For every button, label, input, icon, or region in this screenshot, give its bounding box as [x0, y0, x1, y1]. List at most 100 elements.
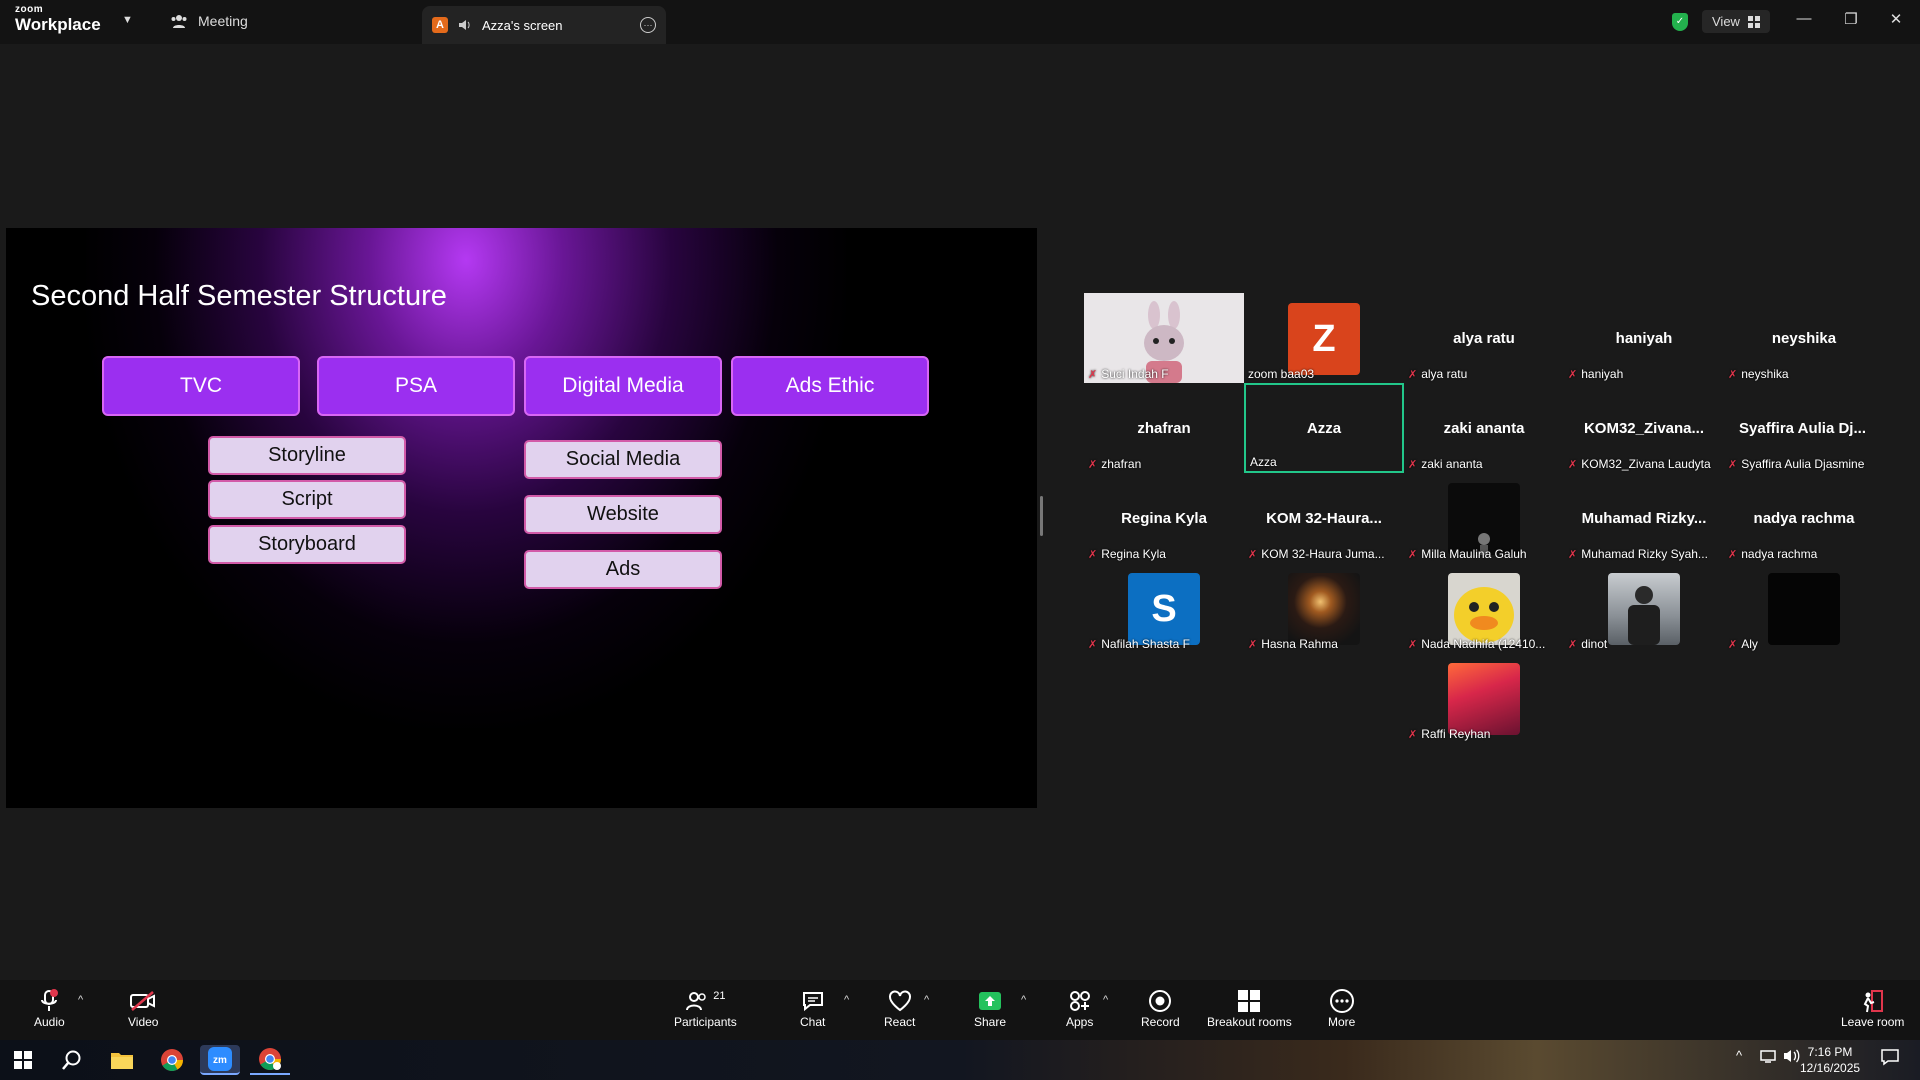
muted-mic-icon: ✗ — [1408, 638, 1418, 651]
more-label: More — [1328, 1015, 1356, 1029]
record-button[interactable]: Record — [1141, 988, 1180, 1029]
item-box-script: Script — [208, 480, 406, 519]
encryption-shield-icon[interactable]: ✓ — [1672, 12, 1688, 31]
file-explorer-icon[interactable] — [102, 1045, 142, 1075]
chevron-down-icon[interactable]: ▼ — [122, 14, 133, 26]
zoom-workplace-logo[interactable]: zoom Workplace — [15, 5, 101, 34]
participant-name: Azza — [1306, 420, 1342, 437]
participant-tile[interactable]: Regina Kyla ✗ Regina Kyla — [1084, 473, 1244, 563]
minimize-icon[interactable]: — — [1794, 10, 1814, 27]
participant-tile[interactable]: haniyah ✗ haniyah — [1564, 293, 1724, 383]
shared-screen-slide: Second Half Semester Structure TVC PSA D… — [6, 228, 1037, 808]
participant-avatar: Z — [1288, 303, 1360, 375]
participant-tile[interactable]: zaki ananta ✗ zaki ananta — [1404, 383, 1564, 473]
zoom-taskbar-icon[interactable]: zm — [200, 1045, 240, 1075]
participant-label: ✗ dinot — [1568, 637, 1608, 651]
participants-count: 21 — [713, 990, 726, 1002]
participant-tile[interactable]: Z zoom baa03 — [1244, 293, 1404, 383]
participant-name: zhafran — [1137, 420, 1191, 437]
participant-tile[interactable]: ✗ Hasna Rahma — [1244, 563, 1404, 653]
participant-tile[interactable]: neyshika ✗ neyshika — [1724, 293, 1884, 383]
participant-label: ✗ KOM32_Zivana Laudyta — [1568, 457, 1711, 471]
participant-tile[interactable]: Muhamad Rizky... ✗ Muhamad Rizky Syah... — [1564, 473, 1724, 563]
share-options-caret-icon[interactable]: ^ — [1021, 994, 1026, 1006]
participant-label: ✗ haniyah — [1568, 367, 1624, 381]
notifications-icon[interactable] — [1880, 1048, 1900, 1069]
search-icon[interactable] — [52, 1045, 92, 1075]
participant-photo — [1448, 483, 1520, 555]
participant-name: Syaffira Aulia Dj... — [1739, 420, 1866, 437]
volume-icon[interactable] — [1783, 1048, 1801, 1067]
apps-options-caret-icon[interactable]: ^ — [1103, 994, 1108, 1006]
participant-name: neyshika — [1771, 330, 1837, 347]
resize-handle[interactable] — [1040, 496, 1043, 536]
more-button[interactable]: More — [1328, 988, 1355, 1029]
participant-tile[interactable]: ✗ Milla Maulina Galuh — [1404, 473, 1564, 563]
participant-name: zaki ananta — [1443, 420, 1525, 437]
tab-meeting-label: Meeting — [198, 13, 248, 29]
tab-more-icon[interactable]: ⋯ — [640, 17, 656, 33]
more-icon — [1329, 988, 1355, 1014]
chrome-icon[interactable] — [152, 1045, 192, 1075]
chrome-profile-icon[interactable] — [250, 1045, 290, 1075]
react-options-caret-icon[interactable]: ^ — [924, 994, 929, 1006]
participant-label: ✗ Regina Kyla — [1088, 547, 1166, 561]
breakout-rooms-button[interactable]: Breakout rooms — [1207, 988, 1292, 1029]
audio-label: Audio — [34, 1015, 65, 1029]
tab-meeting[interactable]: Meeting — [170, 13, 248, 29]
muted-mic-icon: ✗ — [1568, 368, 1578, 381]
participant-tile[interactable]: nadya rachma ✗ nadya rachma — [1724, 473, 1884, 563]
muted-mic-icon: ✗ — [1728, 638, 1738, 651]
windows-start-icon[interactable] — [3, 1045, 43, 1075]
leave-room-button[interactable]: Leave room — [1841, 988, 1904, 1029]
logo-main-text: Workplace — [15, 15, 101, 34]
show-hidden-icons-icon[interactable]: ^ — [1736, 1048, 1742, 1063]
clock-time: 7:16 PM — [1807, 1045, 1853, 1059]
participant-tile[interactable]: ✗ dinot — [1564, 563, 1724, 653]
grid-view-icon — [1747, 15, 1760, 28]
system-clock[interactable]: 7:16 PM 12/16/2025 — [1800, 1044, 1860, 1076]
network-icon[interactable] — [1760, 1048, 1778, 1067]
participant-tile[interactable]: KOM32_Zivana... ✗ KOM32_Zivana Laudyta — [1564, 383, 1724, 473]
participant-tile[interactable]: ✗ Suci Indah F — [1084, 293, 1244, 383]
participant-tile[interactable]: ✗ Aly — [1724, 563, 1884, 653]
chat-options-caret-icon[interactable]: ^ — [844, 994, 849, 1006]
participant-name: nadya rachma — [1753, 510, 1855, 527]
video-button[interactable]: Video — [128, 988, 158, 1029]
participant-tile-active-speaker[interactable]: Azza Azza — [1244, 383, 1404, 473]
participant-tile[interactable]: KOM 32-Haura... ✗ KOM 32-Haura Juma... — [1244, 473, 1404, 563]
chat-icon — [801, 988, 825, 1014]
video-label: Video — [128, 1015, 159, 1029]
react-button[interactable]: React — [884, 988, 915, 1029]
view-label: View — [1712, 14, 1740, 29]
participant-tile[interactable]: ✗ Nada Nadhifa (12410... — [1404, 563, 1564, 653]
view-area: ✓ View — [1672, 10, 1770, 33]
share-button[interactable]: Share — [974, 988, 1006, 1029]
chat-button[interactable]: Chat — [800, 988, 825, 1029]
participant-tile[interactable]: Syaffira Aulia Dj... ✗ Syaffira Aulia Dja… — [1724, 383, 1900, 473]
participant-tile[interactable]: alya ratu ✗ alya ratu — [1404, 293, 1564, 383]
apps-label: Apps — [1066, 1015, 1094, 1029]
audio-options-caret-icon[interactable]: ^ — [78, 994, 83, 1006]
participant-tile[interactable]: zhafran ✗ zhafran — [1084, 383, 1244, 473]
audio-button[interactable]: Audio — [34, 988, 65, 1029]
participant-tile[interactable]: ✗ Raffi Reyhan — [1404, 653, 1564, 743]
participant-avatar: S — [1128, 573, 1200, 645]
tab-shared-screen[interactable]: A Azza's screen ⋯ — [422, 6, 666, 44]
record-label: Record — [1141, 1015, 1180, 1029]
record-icon — [1148, 988, 1172, 1014]
view-button[interactable]: View — [1702, 10, 1770, 33]
participant-tile[interactable]: S ✗ Nafilah Shasta F — [1084, 563, 1244, 653]
participant-photo — [1448, 663, 1520, 735]
participant-label: ✗ neyshika — [1728, 367, 1789, 381]
close-icon[interactable]: ✕ — [1886, 10, 1906, 28]
participant-name: KOM32_Zivana... — [1583, 420, 1705, 437]
person-silhouette-icon — [1478, 533, 1490, 555]
participants-button[interactable]: 21 Participants — [674, 988, 737, 1029]
restore-icon[interactable]: ❐ — [1841, 10, 1861, 28]
item-box-website: Website — [524, 495, 722, 534]
item-box-social-media: Social Media — [524, 440, 722, 479]
participant-label: ✗ Raffi Reyhan — [1408, 727, 1491, 741]
apps-button[interactable]: Apps — [1066, 988, 1093, 1029]
microphone-muted-icon — [38, 988, 60, 1014]
